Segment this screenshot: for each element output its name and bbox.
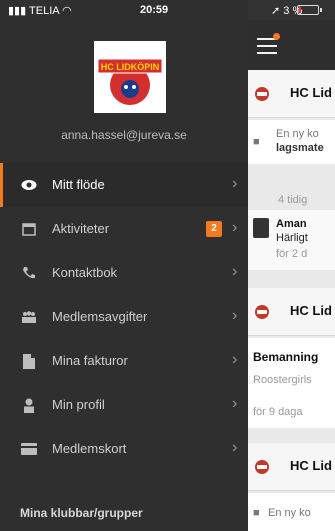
carrier-name: TELIA [29, 5, 59, 17]
feed-card-title: HC Lid [290, 303, 332, 318]
feed-card-header[interactable]: HC Lid [248, 443, 335, 491]
hamburger-menu-icon[interactable] [257, 38, 279, 54]
feed-card-title: HC Lid [290, 458, 332, 473]
menu-item-mitt-flode[interactable]: Mitt flöde › [0, 163, 248, 207]
chevron-right-icon: › [232, 351, 238, 368]
feed-post-heading: Bemanning [253, 350, 319, 364]
battery-icon [297, 5, 319, 15]
message-icon: ■ [253, 136, 260, 148]
chevron-right-icon: › [232, 439, 238, 456]
calendar-icon [21, 221, 37, 237]
user-icon [21, 397, 37, 413]
feed-card-title: HC Lid [290, 85, 332, 100]
carrier-label: ▮▮▮ TELIA ◠ [8, 4, 72, 17]
message-icon: ■ [253, 507, 260, 519]
document-icon [21, 353, 37, 369]
feed-post[interactable]: Bemanning Roostergirls för 9 daga [248, 338, 335, 428]
menu-item-medlemskort[interactable]: Medlemskort › [0, 427, 248, 471]
feed-post-time: för 9 daga [253, 406, 303, 418]
club-logo[interactable]: HC LIDKÖPIN [94, 41, 166, 113]
status-time: 20:59 [140, 4, 169, 16]
chevron-right-icon: › [232, 175, 238, 192]
navigation-drawer: HC LIDKÖPIN anna.hassel@jureva.se Mitt f… [0, 0, 248, 531]
comment-time: för 2 d [276, 248, 308, 260]
chevron-right-icon: › [232, 263, 238, 280]
phone-icon [21, 265, 37, 281]
club-logo-text: HC LIDKÖPIN [101, 62, 160, 72]
group-icon [21, 309, 37, 325]
menu-item-label: Min profil [52, 397, 105, 412]
menu-item-medlemsavgifter[interactable]: Medlemsavgifter › [0, 295, 248, 339]
signal-icon: ▮▮▮ [8, 5, 27, 17]
feed: HC Lid ■ En ny ko lagsmate 4 tidig Aman … [248, 70, 335, 531]
feed-card-header[interactable]: HC Lid [248, 70, 335, 118]
club-icon [255, 87, 269, 101]
feed-subtext: 4 tidig [278, 194, 308, 206]
menu-item-label: Medlemskort [52, 441, 127, 456]
chevron-right-icon: › [232, 307, 238, 324]
feed-post-subtext: Roostergirls [253, 374, 312, 386]
user-email: anna.hassel@jureva.se [61, 128, 187, 142]
chevron-right-icon: › [232, 219, 238, 236]
battery-tip [320, 8, 322, 12]
comment-row[interactable]: Aman Härligt för 2 d [248, 210, 335, 270]
eye-icon [21, 177, 37, 193]
feed-post[interactable]: ■ En ny ko [248, 493, 335, 531]
notification-dot [273, 33, 280, 40]
menu-item-label: Mitt flöde [52, 177, 105, 192]
chevron-right-icon: › [232, 395, 238, 412]
menu-item-kontaktbok[interactable]: Kontaktbok › [0, 251, 248, 295]
clubs-section-title: Mina klubbar/grupper [20, 506, 143, 520]
status-bar: ▮▮▮ TELIA ◠ 20:59 ➚ 3 % [0, 0, 335, 20]
card-icon [21, 441, 37, 457]
feed-post-text: En ny ko [276, 128, 319, 140]
avatar [253, 218, 269, 238]
menu-item-mina-fakturor[interactable]: Mina fakturor › [0, 339, 248, 383]
feed-card-header[interactable]: HC Lid [248, 288, 335, 336]
club-icon [255, 305, 269, 319]
menu-item-min-profil[interactable]: Min profil › [0, 383, 248, 427]
club-icon [255, 460, 269, 474]
menu-item-label: Mina fakturor [52, 353, 128, 368]
menu-item-label: Kontaktbok [52, 265, 118, 280]
menu-item-aktiviteter[interactable]: Aktiviteter 2 › [0, 207, 248, 251]
drawer-menu: Mitt flöde › Aktiviteter 2 › Kontaktbok … [0, 163, 248, 471]
feed-post-text: En ny ko [268, 507, 311, 519]
wifi-icon: ◠ [62, 5, 72, 17]
comment-text: Härligt [276, 232, 308, 244]
feed-post[interactable]: ■ En ny ko lagsmate [248, 120, 335, 164]
feed-post-link[interactable]: lagsmate [276, 142, 324, 154]
location-icon: ➚ [271, 5, 281, 17]
menu-item-label: Aktiviteter [52, 221, 110, 236]
menu-item-label: Medlemsavgifter [52, 309, 148, 324]
count-badge: 2 [206, 221, 222, 237]
comment-author: Aman [276, 218, 307, 230]
